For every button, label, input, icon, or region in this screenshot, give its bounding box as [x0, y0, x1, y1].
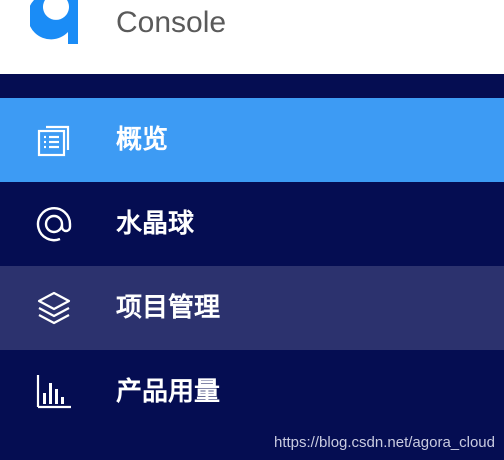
sidebar-item-label: 水晶球 [116, 209, 195, 239]
watermark-text: https://blog.csdn.net/agora_cloud [274, 434, 495, 451]
sidebar-item-crystal-ball[interactable]: 水晶球 [0, 182, 504, 266]
sidebar-item-label: 项目管理 [116, 293, 221, 323]
sidebar-item-label: 概览 [116, 125, 169, 155]
sidebar-item-label: 产品用量 [116, 377, 221, 407]
sidebar-item-product-usage[interactable]: 产品用量 [0, 350, 504, 434]
page-title: Console [116, 6, 227, 39]
sidebar-item-overview[interactable]: 概览 [0, 98, 504, 182]
sidebar-nav: 概览 水晶球 项目管理 产品用量 [0, 74, 504, 460]
app-header: Console [0, 0, 504, 74]
layers-icon [37, 291, 71, 325]
sidebar-item-project-management[interactable]: 项目管理 [0, 266, 504, 350]
at-sign-icon [36, 207, 72, 242]
bar-chart-icon [36, 375, 71, 409]
overview-icon [37, 125, 70, 157]
agora-logo-icon[interactable] [30, 0, 80, 46]
